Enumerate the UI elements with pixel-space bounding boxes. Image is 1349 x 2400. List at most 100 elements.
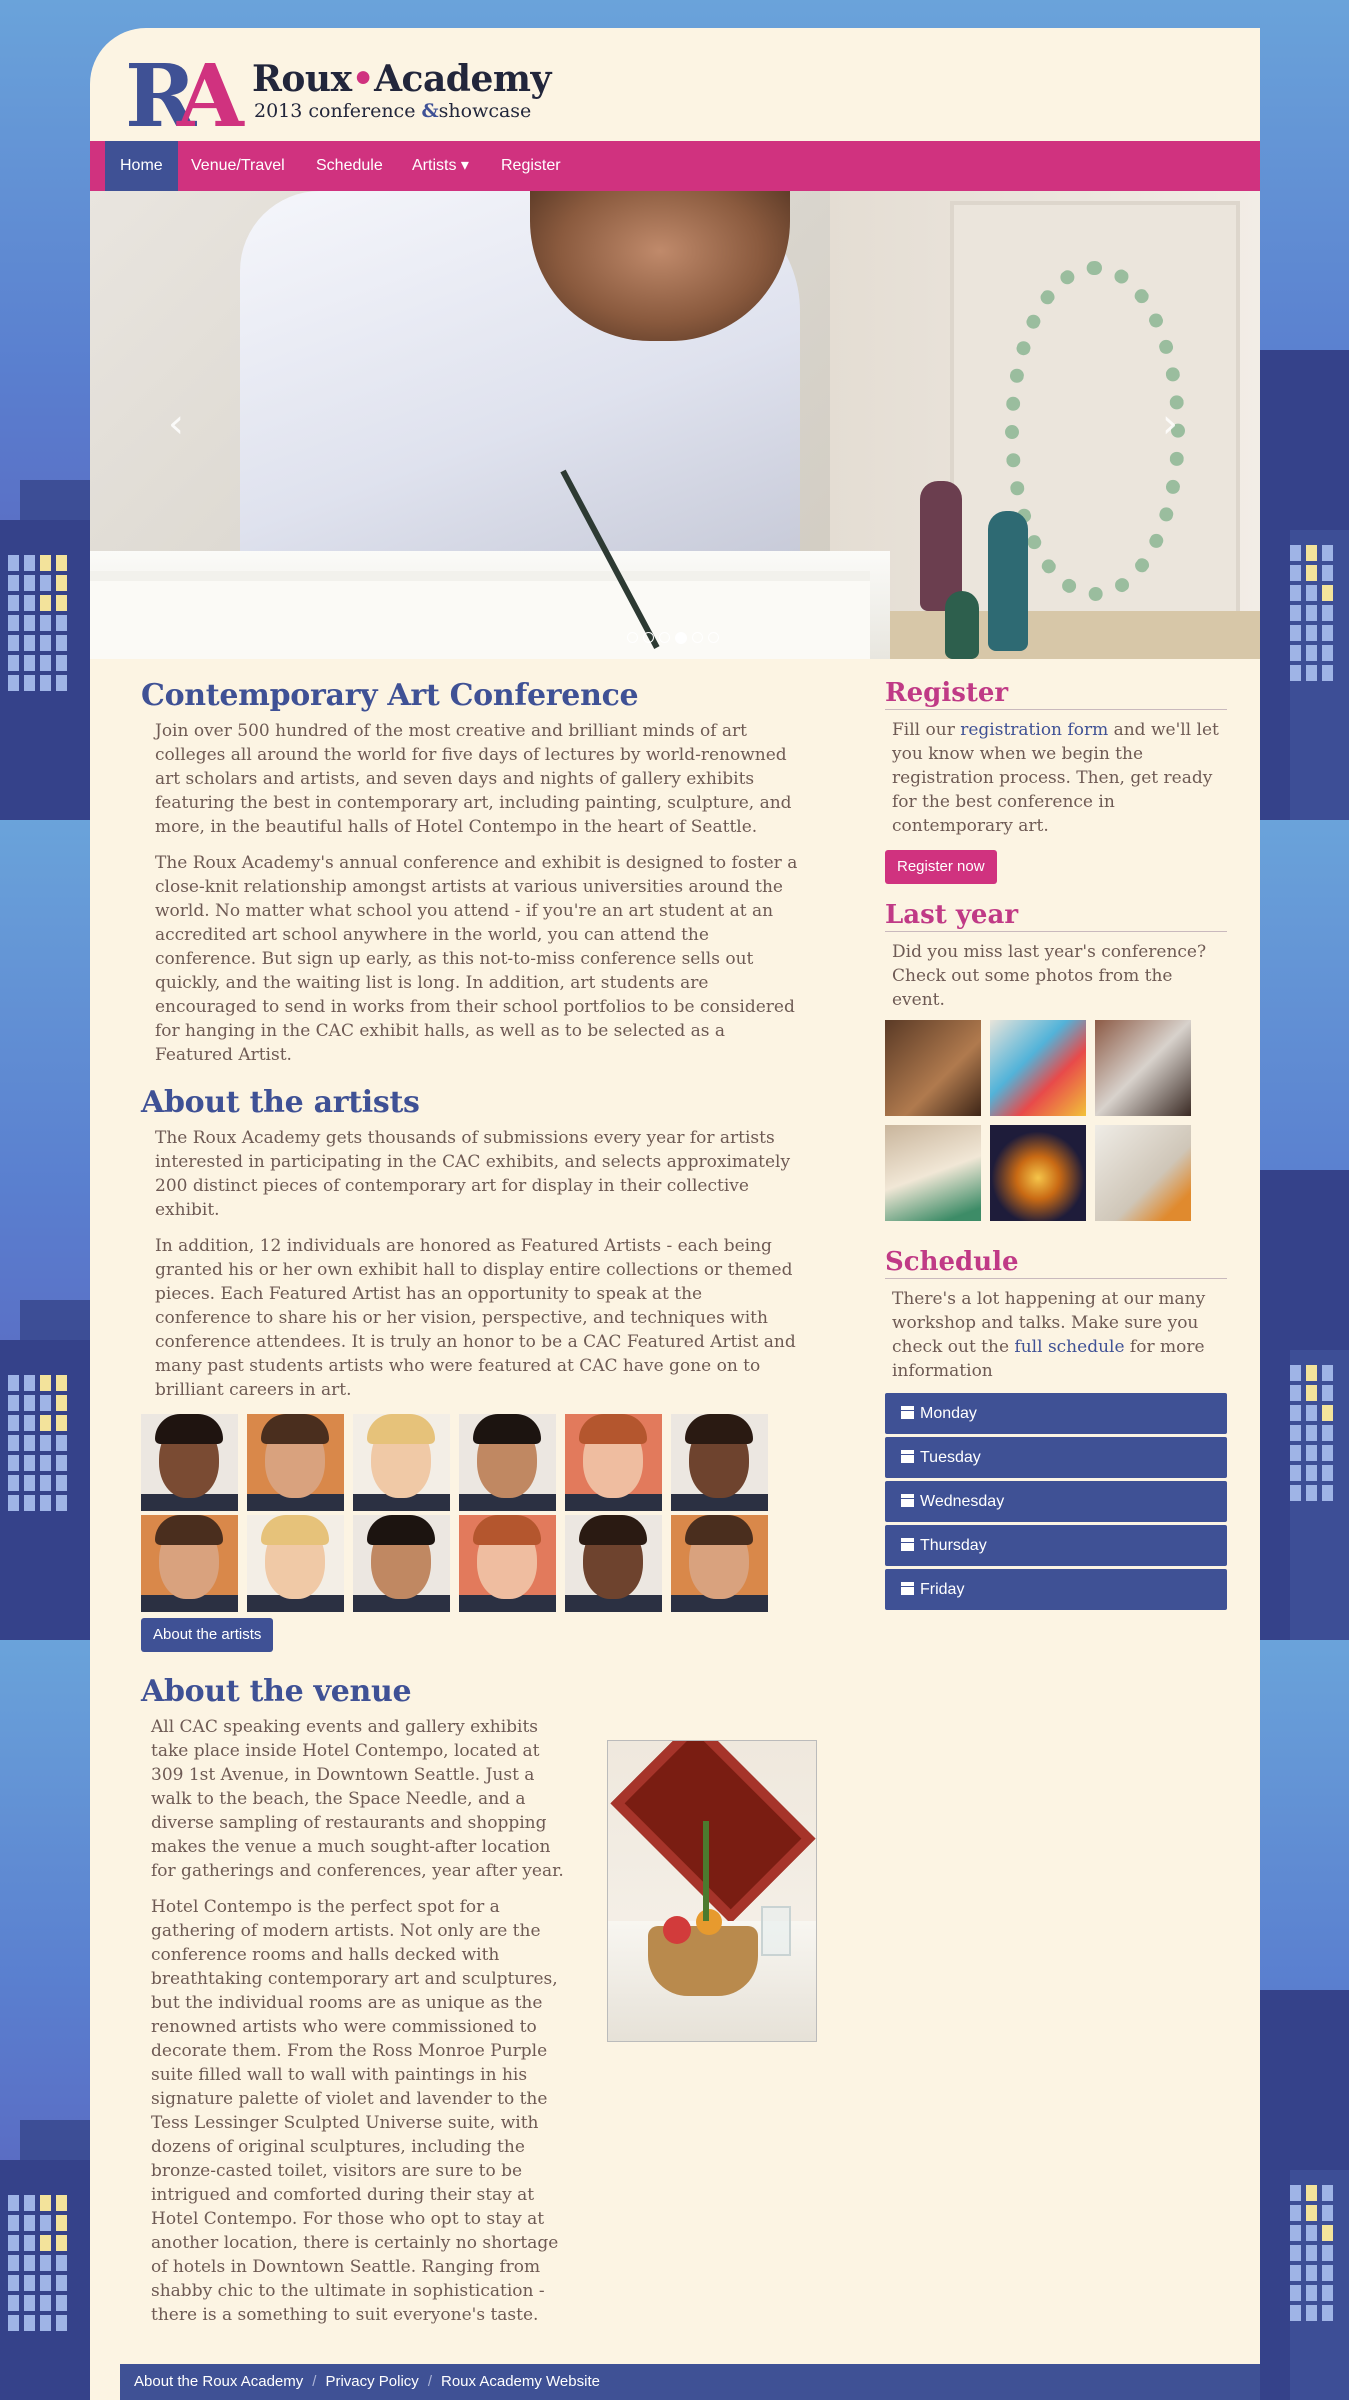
schedule-day-wednesday[interactable]: Wednesday	[885, 1481, 1227, 1522]
skyline-window	[1306, 2205, 1317, 2221]
nav-schedule[interactable]: Schedule	[301, 141, 398, 191]
skyline-window	[40, 575, 51, 591]
carousel-next-chevron-right-icon[interactable]: ›	[1162, 401, 1178, 447]
skyline-window	[1306, 1485, 1317, 1501]
featured-artist-photo[interactable]	[565, 1515, 662, 1612]
site-subtitle-amp: &	[421, 100, 439, 122]
artist-photo-hair	[685, 1515, 753, 1545]
skyline-window	[8, 615, 19, 631]
last-year-photo[interactable]	[885, 1125, 981, 1221]
register-text-pre: Fill our	[892, 720, 961, 740]
skyline-window	[1290, 1385, 1301, 1401]
skyline-window	[1290, 645, 1301, 661]
full-schedule-link[interactable]: full schedule	[1014, 1337, 1124, 1357]
carousel-indicators	[627, 632, 719, 644]
featured-artist-photo[interactable]	[671, 1515, 768, 1612]
nav-home[interactable]: Home	[105, 141, 178, 191]
skyline-window	[8, 1475, 19, 1491]
logo-mark[interactable]: R A	[125, 46, 255, 147]
featured-artist-photo[interactable]	[459, 1414, 556, 1511]
artist-photo-hair	[261, 1515, 329, 1545]
carousel-indicator-dot[interactable]	[692, 632, 703, 643]
carousel-bottle	[945, 591, 979, 659]
skyline-window	[8, 575, 19, 591]
featured-artist-photo[interactable]	[565, 1414, 662, 1511]
skyline-window	[1322, 1485, 1333, 1501]
last-year-photo[interactable]	[990, 1020, 1086, 1116]
skyline-window	[1306, 2285, 1317, 2301]
nav-venue-travel[interactable]: Venue/Travel	[176, 141, 300, 191]
featured-artist-photo[interactable]	[353, 1414, 450, 1511]
schedule-day-tuesday[interactable]: Tuesday	[885, 1437, 1227, 1478]
skyline-window	[40, 2255, 51, 2271]
skyline-window	[1306, 645, 1317, 661]
skyline-window	[40, 635, 51, 651]
featured-artist-photo[interactable]	[141, 1414, 238, 1511]
featured-artist-photo[interactable]	[247, 1515, 344, 1612]
skyline-window	[24, 635, 35, 651]
schedule-day-friday[interactable]: Friday	[885, 1569, 1227, 1610]
skyline-window	[8, 1435, 19, 1451]
last-year-photo[interactable]	[1095, 1020, 1191, 1116]
carousel-indicator-dot[interactable]	[675, 632, 687, 644]
skyline-window	[40, 555, 51, 571]
skyline-window	[40, 595, 51, 611]
last-year-photo-grid	[885, 1020, 1227, 1221]
skyline-window	[56, 575, 67, 591]
featured-artist-photo[interactable]	[141, 1515, 238, 1612]
skyline-window	[40, 655, 51, 671]
skyline-window	[24, 1395, 35, 1411]
skyline-window	[8, 2215, 19, 2231]
skyline-window	[40, 2315, 51, 2331]
registration-form-link[interactable]: registration form	[960, 720, 1108, 740]
skyline-window	[24, 2255, 35, 2271]
hero-carousel[interactable]: ‹ ›	[90, 191, 1260, 659]
schedule-day-label: Friday	[920, 1581, 965, 1598]
footer-link-about[interactable]: About the Roux Academy	[134, 2373, 303, 2390]
skyline-window	[40, 2235, 51, 2251]
skyline-window	[1290, 1485, 1301, 1501]
footer-link-privacy[interactable]: Privacy Policy	[325, 2373, 418, 2390]
skyline-window	[56, 1475, 67, 1491]
footer-link-website[interactable]: Roux Academy Website	[441, 2373, 600, 2390]
schedule-heading: Schedule	[885, 1247, 1227, 1279]
hotel-photo-fruit	[696, 1909, 722, 1935]
carousel-prev-chevron-left-icon[interactable]: ‹	[168, 401, 184, 447]
conference-paragraph-1: Join over 500 hundred of the most creati…	[155, 721, 792, 837]
featured-artist-photo[interactable]	[353, 1515, 450, 1612]
skyline-window	[1290, 2265, 1301, 2281]
nav-artists-dropdown[interactable]: Artists ▾	[397, 141, 484, 191]
about-artists-button[interactable]: About the artists	[141, 1618, 274, 1652]
venue-heading: About the venue	[141, 1674, 412, 1709]
schedule-day-thursday[interactable]: Thursday	[885, 1525, 1227, 1566]
featured-artist-photo[interactable]	[459, 1515, 556, 1612]
carousel-indicator-dot[interactable]	[627, 632, 638, 643]
schedule-day-label: Thursday	[920, 1537, 987, 1554]
site-title-right: Academy	[374, 58, 551, 100]
register-now-button[interactable]: Register now	[885, 850, 997, 884]
carousel-indicator-dot[interactable]	[708, 632, 719, 643]
skyline-window	[1306, 1425, 1317, 1441]
skyline-window	[1306, 545, 1317, 561]
artist-photo-hair	[685, 1414, 753, 1444]
carousel-indicator-dot[interactable]	[659, 632, 670, 643]
skyline-window	[1322, 545, 1333, 561]
featured-artist-photo[interactable]	[671, 1414, 768, 1511]
last-year-photo[interactable]	[1095, 1125, 1191, 1221]
skyline-window	[24, 615, 35, 631]
last-year-photo[interactable]	[990, 1125, 1086, 1221]
featured-artist-photo[interactable]	[247, 1414, 344, 1511]
last-year-text: Did you miss last year's conference? Che…	[892, 942, 1207, 1010]
schedule-day-monday[interactable]: Monday	[885, 1393, 1227, 1434]
skyline-window	[56, 2295, 67, 2311]
calendar-icon	[901, 1538, 914, 1551]
calendar-icon	[901, 1406, 914, 1419]
nav-register[interactable]: Register	[486, 141, 576, 191]
skyline-window	[56, 2315, 67, 2331]
site-header: R A Roux•Academy 2013 conference &showca…	[90, 28, 1260, 147]
artists-paragraph-1: The Roux Academy gets thousands of submi…	[155, 1128, 791, 1220]
last-year-photo[interactable]	[885, 1020, 981, 1116]
skyline-window	[1322, 1465, 1333, 1481]
skyline-window	[8, 1395, 19, 1411]
carousel-indicator-dot[interactable]	[643, 632, 654, 643]
